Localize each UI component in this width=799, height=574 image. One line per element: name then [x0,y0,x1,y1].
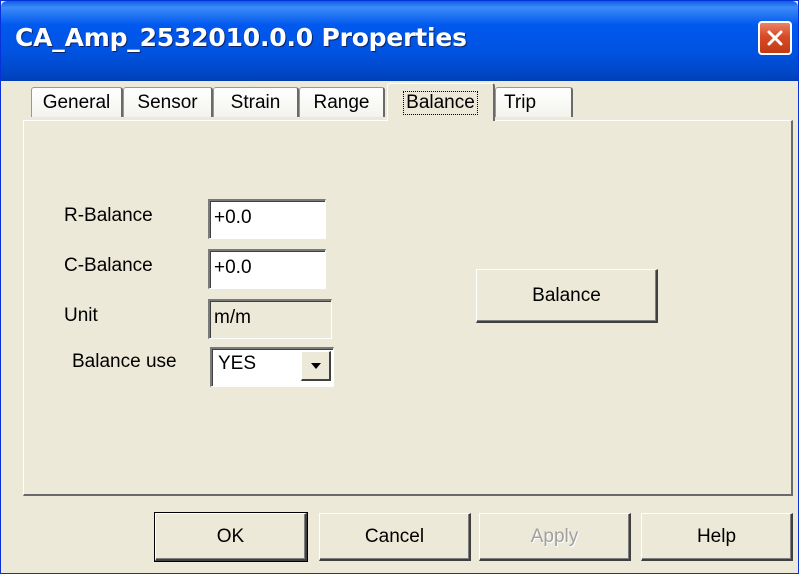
balance-use-label: Balance use [72,351,177,372]
tab-general[interactable]: General [31,87,123,117]
balance-button[interactable]: Balance [476,269,658,323]
tab-general-label: General [42,91,111,113]
tab-sensor[interactable]: Sensor [123,87,213,117]
close-icon [767,30,783,46]
properties-dialog: CA_Amp_2532010.0.0 Properties General Se… [0,0,799,574]
tab-range-label: Range [313,91,370,113]
title-bar[interactable]: CA_Amp_2532010.0.0 Properties [1,1,798,81]
apply-button[interactable]: Apply [479,513,631,561]
balance-use-value: YES [218,353,257,374]
unit-field: m/m [208,299,332,339]
close-button[interactable] [758,21,792,55]
tab-trip[interactable]: Trip [495,87,573,117]
tab-trip-label: Trip [504,91,537,113]
cancel-button[interactable]: Cancel [319,513,471,561]
r-balance-label: R-Balance [64,205,153,226]
c-balance-label: C-Balance [64,255,153,276]
tab-balance[interactable]: Balance [387,83,495,121]
tab-sensor-label: Sensor [137,91,198,113]
balance-tab-panel: R-Balance +0.0 C-Balance +0.0 Unit m/m B… [23,120,793,496]
chevron-down-icon [310,362,321,369]
r-balance-input[interactable]: +0.0 [208,199,326,239]
tab-balance-label: Balance [403,90,478,115]
ok-button[interactable]: OK [154,512,308,562]
balance-use-dropdown-button[interactable] [301,351,331,381]
balance-use-select[interactable]: YES [210,347,334,387]
tab-range[interactable]: Range [299,87,385,117]
help-button[interactable]: Help [641,513,793,561]
unit-label: Unit [64,305,98,326]
window-title: CA_Amp_2532010.0.0 Properties [15,23,467,52]
tab-strain-label: Strain [230,91,281,113]
tab-strain[interactable]: Strain [213,87,299,117]
c-balance-input[interactable]: +0.0 [208,249,326,289]
